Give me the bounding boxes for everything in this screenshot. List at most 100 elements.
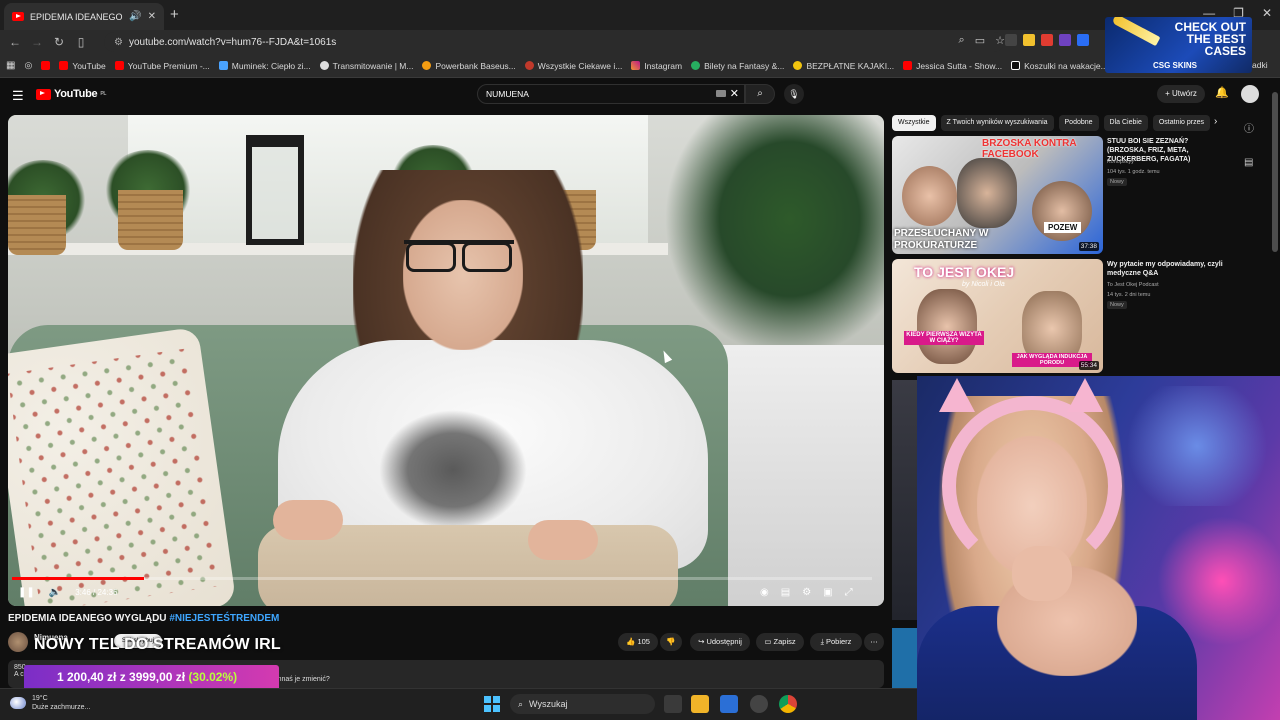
back-icon[interactable]: ← [4, 35, 26, 49]
extension-icon[interactable] [1023, 34, 1035, 46]
new-tab-icon[interactable]: + [170, 6, 179, 23]
bookmark-item[interactable]: YouTube Premium -... [114, 61, 210, 71]
address-bar[interactable]: ⚙ youtube.com/watch?v=hum76--FJDA&t=1061… [104, 32, 1004, 52]
region-label: PL [100, 91, 107, 97]
extension-icon[interactable] [1059, 34, 1071, 46]
share-button[interactable]: ↪ Udostępnij [690, 633, 750, 651]
video-player[interactable] [8, 115, 884, 606]
miniplayer-icon[interactable]: ▣ [823, 587, 832, 598]
voice-search-button[interactable]: 🎙 [784, 84, 804, 104]
progress-bar[interactable] [12, 577, 872, 580]
browser-tab[interactable]: EPIDEMIA IDEANEGO WYGLĄDU 🔊 ✕ [4, 3, 164, 30]
extension-icon[interactable] [1005, 34, 1017, 46]
task-view-icon[interactable] [664, 695, 682, 713]
chat-icon[interactable]: ▤ [1244, 157, 1254, 168]
clear-search-icon[interactable]: ✕ [730, 87, 739, 100]
chrome-icon[interactable] [779, 695, 797, 713]
bookmark-item[interactable]: YouTube [59, 61, 106, 71]
pot-graphic [8, 195, 66, 255]
keyboard-icon[interactable] [716, 90, 726, 97]
pause-icon[interactable]: ❚❚ [18, 587, 35, 598]
stream-overlay-title: NOWY TEL DO STREAMÓW IRL [34, 636, 281, 653]
chip-for-you[interactable]: Dla Ciebie [1103, 115, 1148, 131]
bookmark-label: Powerbank Baseus... [435, 60, 516, 71]
ad-banner[interactable]: CHECK OUT THE BEST CASES CSG SKINS [1105, 17, 1252, 73]
bookmark-item[interactable]: BEZPŁATNE KAJAKI... [793, 61, 894, 71]
bookmark-item[interactable]: Transmitowanie | M... [319, 61, 413, 71]
chevron-right-icon[interactable]: › [1214, 116, 1217, 127]
bookmark-star-icon[interactable]: ☆ [995, 34, 1005, 47]
zoom-icon[interactable]: ⌕ [959, 34, 965, 47]
channel-avatar[interactable] [8, 632, 28, 652]
search-button[interactable]: ⌕ [745, 84, 775, 104]
recommended-thumbnail[interactable]: TO JEST OKEJ by Nicoli i Ola KIEDY PIERW… [892, 259, 1103, 373]
taskbar-search-label: Wyszukaj [529, 699, 568, 709]
recommended-channel[interactable]: To Jest Okej Podcast [1107, 281, 1159, 289]
chip-related[interactable]: Podobne [1058, 115, 1099, 131]
weather-widget[interactable]: 19°C Duże zachmurze... [10, 694, 90, 712]
share-icon: ↪ [698, 637, 705, 646]
bookmark-item[interactable]: Bilety na Fantasy &... [691, 61, 784, 71]
autoplay-icon[interactable]: ◉ [760, 587, 769, 598]
app-icon[interactable] [750, 695, 768, 713]
extension-icon[interactable] [1041, 34, 1053, 46]
speaker-icon[interactable]: 🔊 [129, 11, 141, 22]
sidebar-thumbnail-edge [892, 380, 917, 620]
bookmark-item[interactable]: Instagram [631, 61, 682, 71]
menu-icon[interactable]: ☰ [12, 88, 24, 104]
bookmark-item[interactable]: Wszystkie Ciekawe i... [524, 61, 622, 71]
scrollbar[interactable] [1272, 92, 1278, 252]
video-hashtag[interactable]: #NIEJESTEŚTRENDEM [169, 613, 279, 624]
store-icon[interactable] [720, 695, 738, 713]
forward-icon[interactable]: → [26, 35, 48, 49]
dislike-button[interactable]: 👎 [660, 633, 682, 651]
taskbar-search[interactable]: ⌕ Wyszukaj [510, 694, 655, 714]
close-window-icon[interactable]: ✕ [1262, 6, 1272, 20]
windows-start-icon[interactable] [484, 696, 500, 712]
create-button[interactable]: + Utwórz [1157, 85, 1205, 103]
bookmark-item[interactable]: Muminek: Ciepło zi... [218, 61, 311, 71]
bookmark-label: Bilety na Fantasy &... [704, 60, 785, 71]
recommended-thumbnail[interactable]: BRZOSKA KONTRA FACEBOOK POZEW PRZESŁUCHA… [892, 136, 1103, 254]
bookmark-item[interactable] [41, 61, 51, 70]
avatar[interactable] [1241, 85, 1259, 103]
fullscreen-icon[interactable]: ⤢ [845, 587, 853, 598]
bookmark-item[interactable]: Powerbank Baseus... [422, 60, 516, 71]
shirt-print [373, 405, 533, 535]
reload-icon[interactable]: ↻ [48, 35, 70, 49]
chip-recent[interactable]: Ostatnio przes [1152, 115, 1210, 131]
search-input[interactable]: NUMUENA ✕ [477, 84, 745, 104]
person-hand [273, 500, 343, 540]
settings-icon[interactable]: ⚙ [802, 587, 811, 598]
apps-grid-icon[interactable]: ▦ [6, 60, 15, 71]
duration-badge: 55:34 [1078, 361, 1099, 370]
download-button[interactable]: ⤓ Pobierz [810, 633, 862, 651]
notifications-icon[interactable]: 🔔 [1215, 86, 1229, 99]
volume-icon[interactable]: 🔈 [49, 587, 61, 598]
file-explorer-icon[interactable] [691, 695, 709, 713]
save-button[interactable]: ▭ Zapisz [756, 633, 804, 651]
like-button[interactable]: 👍 105 [618, 633, 658, 651]
more-actions-button[interactable]: ⋯ [864, 633, 884, 651]
more-icon: ⋯ [870, 637, 878, 646]
thumbnail-face [957, 158, 1017, 228]
cast-icon[interactable]: ▭ [975, 34, 985, 47]
bookmark-item[interactable]: Jessica Sutta - Show... [903, 61, 1002, 71]
subtitles-icon[interactable]: ▤ [781, 587, 790, 598]
close-tab-icon[interactable]: ✕ [148, 11, 156, 22]
recommended-channel[interactable]: Konopskyy [1107, 158, 1134, 166]
recommended-title[interactable]: Wy pytacie my odpowiadamy, czyli medyczn… [1107, 260, 1227, 278]
bookmark-overflow-label[interactable]: adki [1252, 60, 1268, 70]
site-info-icon[interactable]: ⚙ [114, 37, 123, 48]
youtube-logo[interactable]: YouTube PL [36, 88, 106, 100]
chip-from-search[interactable]: Z Twoich wyników wyszukiwania [940, 115, 1054, 131]
extension-icon[interactable] [1077, 34, 1089, 46]
chip-all[interactable]: Wszystkie [892, 115, 936, 131]
bookmarks-bar: ▦ ◎ YouTube YouTube Premium -... Muminek… [0, 54, 1280, 78]
bookmark-icon[interactable]: ◎ [24, 60, 32, 71]
info-icon[interactable]: ⓘ [1244, 120, 1254, 135]
side-panel-icon[interactable]: ▯ [70, 35, 92, 49]
tab-strip: EPIDEMIA IDEANEGO WYGLĄDU 🔊 ✕ + — ❐ ✕ [0, 0, 1280, 30]
bookmark-item[interactable]: Koszulki na wakacje... [1011, 61, 1108, 71]
microphone-icon: 🎙 [788, 89, 800, 99]
